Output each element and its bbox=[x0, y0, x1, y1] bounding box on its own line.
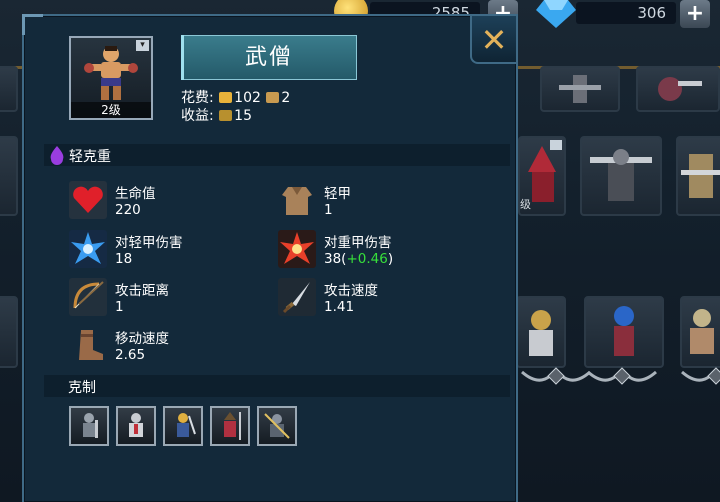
gold-coin-icon bbox=[219, 92, 233, 103]
income-value: 15 bbox=[234, 108, 252, 124]
stat-move-speed: 移动速度 2.65 bbox=[69, 326, 269, 370]
unit-name-banner: 武僧 bbox=[181, 35, 357, 80]
bg-unit-card[interactable] bbox=[516, 296, 566, 368]
blue-burst-icon bbox=[69, 230, 107, 268]
monk-portrait-icon bbox=[84, 46, 138, 100]
knight-icon bbox=[83, 413, 98, 438]
gem-amount: 306 bbox=[637, 4, 666, 22]
countered-unit-knight[interactable] bbox=[69, 406, 109, 446]
lancer-icon bbox=[264, 413, 290, 439]
bg-unit-card[interactable] bbox=[0, 296, 18, 368]
bg-unit-card[interactable]: 级 bbox=[518, 136, 566, 216]
chevron-down-icon[interactable]: ▾ bbox=[136, 40, 149, 51]
income-icon bbox=[219, 110, 233, 121]
unit-name: 武僧 bbox=[244, 45, 293, 70]
stat-value: 220 bbox=[115, 202, 141, 218]
stat-bonus-value: +0.46 bbox=[346, 251, 388, 267]
counters-header: 克制 bbox=[44, 375, 510, 397]
stat-light-armor-damage: 对轻甲伤害 18 bbox=[69, 230, 269, 274]
armor-class-label: 轻克重 bbox=[69, 149, 111, 165]
unit-cost-info: 花费: 102 2 收益: 15 bbox=[181, 89, 290, 125]
stat-armor: 轻甲 1 bbox=[278, 181, 478, 225]
stat-value: 1 bbox=[324, 202, 333, 218]
stat-label: 轻甲 bbox=[324, 186, 351, 202]
add-gems-button[interactable]: + bbox=[680, 0, 710, 28]
spearman-icon bbox=[224, 412, 241, 440]
bg-unit-card[interactable] bbox=[636, 66, 720, 112]
stat-label: 对轻甲伤害 bbox=[115, 235, 183, 251]
crusader-icon bbox=[129, 413, 143, 437]
bg-card-dropdown[interactable] bbox=[550, 140, 562, 150]
countered-unit-crusader[interactable] bbox=[116, 406, 156, 446]
stat-base-value: 38( bbox=[324, 251, 347, 267]
light-armor-icon bbox=[282, 187, 312, 215]
dagger-icon bbox=[278, 278, 316, 316]
heart-icon bbox=[69, 181, 107, 219]
boot-icon bbox=[79, 330, 103, 360]
gem-counter: 306 bbox=[576, 2, 676, 24]
unit-portrait[interactable]: ▾ 2级 bbox=[69, 36, 153, 120]
bg-unit-card[interactable] bbox=[676, 136, 720, 216]
red-burst-icon bbox=[278, 230, 316, 268]
population-icon bbox=[266, 92, 280, 103]
stat-value: 18 bbox=[115, 251, 133, 267]
countered-unit-spearman[interactable] bbox=[210, 406, 250, 446]
stat-attack-range: 攻击距离 1 bbox=[69, 278, 269, 322]
countered-unit-lancer[interactable] bbox=[257, 406, 297, 446]
close-button[interactable]: ✕ bbox=[470, 16, 516, 64]
income-label: 收益: bbox=[181, 108, 214, 124]
stat-label: 攻击速度 bbox=[324, 283, 378, 299]
unit-detail-panel: ▾ 2级 武僧 花费: 102 2 收益: 15 ✕ 轻克重 生命值 220 轻… bbox=[22, 14, 518, 502]
stat-label: 生命值 bbox=[115, 186, 156, 202]
stat-label: 移动速度 bbox=[115, 331, 169, 347]
cost-pop-value: 2 bbox=[281, 90, 291, 106]
bg-unit-card[interactable] bbox=[580, 136, 662, 216]
bg-unit-card[interactable] bbox=[584, 296, 664, 368]
stat-value-suffix: ) bbox=[387, 251, 394, 267]
rank-medal-icon bbox=[587, 367, 657, 385]
stat-value: 2.65 bbox=[115, 347, 146, 363]
armor-gem-icon bbox=[50, 146, 64, 165]
panel-corner-ornament bbox=[22, 14, 43, 35]
stat-label: 攻击距离 bbox=[115, 283, 169, 299]
countered-unit-swordsman[interactable] bbox=[163, 406, 203, 446]
bg-unit-card[interactable] bbox=[680, 296, 720, 368]
cost-label: 花费: bbox=[181, 90, 214, 106]
stat-health: 生命值 220 bbox=[69, 181, 269, 225]
stat-attack-speed: 攻击速度 1.41 bbox=[278, 278, 478, 322]
counters-title: 克制 bbox=[68, 380, 96, 396]
stat-label: 对重甲伤害 bbox=[324, 235, 392, 251]
close-icon: ✕ bbox=[480, 21, 508, 59]
cost-gold-value: 102 bbox=[234, 90, 261, 106]
bg-unit-card[interactable] bbox=[540, 66, 620, 112]
stat-value: 38(+0.46) bbox=[324, 251, 393, 267]
bg-unit-card[interactable] bbox=[0, 66, 18, 112]
bg-unit-card[interactable] bbox=[0, 136, 18, 216]
bow-icon bbox=[69, 278, 107, 316]
bg-card-level: 级 bbox=[520, 198, 531, 211]
swordsman-icon bbox=[177, 413, 196, 437]
rank-medal-icon bbox=[681, 367, 720, 385]
stat-value: 1.41 bbox=[324, 299, 355, 315]
rank-medal-icon bbox=[521, 367, 591, 385]
armor-class-header: 轻克重 bbox=[44, 144, 510, 166]
gem-icon bbox=[536, 0, 576, 28]
stat-heavy-armor-damage: 对重甲伤害 38(+0.46) bbox=[278, 230, 478, 274]
stat-value: 1 bbox=[115, 299, 124, 315]
unit-level: 2级 bbox=[71, 102, 151, 118]
